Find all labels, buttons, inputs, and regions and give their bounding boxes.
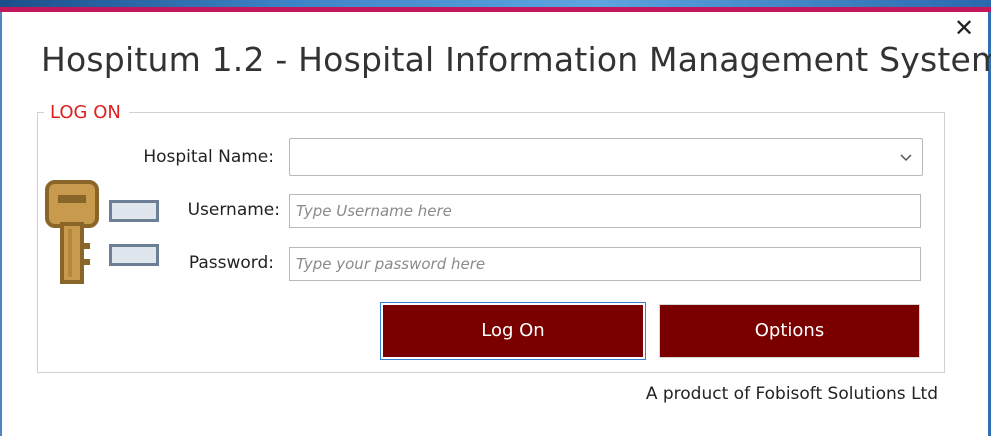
options-button[interactable]: Options: [660, 305, 919, 357]
login-window: ✕ Hospitum 1.2 - Hospital Information Ma…: [0, 0, 991, 436]
window-accent-bar: [0, 7, 991, 12]
logon-group-legend: LOG ON: [44, 102, 129, 124]
hospital-name-select[interactable]: [289, 138, 923, 176]
key-icon: [45, 180, 99, 284]
footer-credit: A product of Fobisoft Solutions Ltd: [645, 384, 938, 404]
password-field-icon: [109, 244, 159, 266]
password-label: Password:: [188, 253, 274, 273]
close-icon: ✕: [953, 14, 975, 42]
app-title: Hospitum 1.2 - Hospital Information Mana…: [41, 40, 991, 79]
window-left-edge: [0, 12, 2, 436]
hospital-name-label: Hospital Name:: [143, 147, 274, 167]
chevron-down-icon: [900, 154, 912, 162]
username-field-icon: [109, 200, 159, 222]
username-label: Username:: [187, 200, 280, 220]
username-input[interactable]: [289, 194, 921, 228]
desktop-background-strip: [0, 0, 991, 7]
close-button[interactable]: ✕: [950, 14, 978, 42]
password-input[interactable]: [289, 247, 921, 281]
log-on-button[interactable]: Log On: [383, 305, 643, 357]
